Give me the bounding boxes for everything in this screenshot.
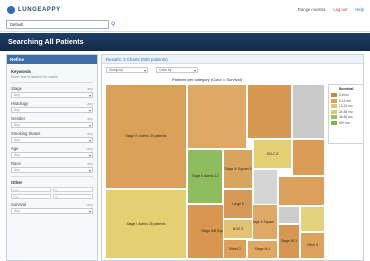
- logo-icon: [7, 6, 15, 14]
- histology-select[interactable]: Any: [11, 107, 93, 113]
- filter-any: any: [87, 86, 93, 91]
- treemap-tile[interactable]: Mixed 2: [223, 239, 247, 259]
- filter-label: Age: [11, 146, 19, 151]
- filter-label: Survival: [11, 202, 26, 207]
- refine-sidebar: Refine Keywords Enter text to search for…: [6, 54, 98, 261]
- results-heading: Results: 3 Charts (600 patients): [102, 55, 363, 64]
- legend-label: 60+ mo: [339, 120, 350, 125]
- smoking-select[interactable]: Any: [11, 137, 93, 143]
- page-title: Searching All Patients: [8, 37, 84, 46]
- title-bar: Searching All Patients: [0, 33, 370, 51]
- legend-label: 0-6 mo: [339, 93, 349, 97]
- search-icon[interactable]: ⚲: [111, 21, 115, 28]
- filter-stage: Stage any: [11, 86, 93, 91]
- treemap-tile[interactable]: [278, 206, 300, 224]
- legend-label: 6-12 mo: [339, 98, 351, 103]
- filter-histology: Histology any: [11, 101, 93, 106]
- treemap-tile[interactable]: [292, 84, 325, 139]
- filter-smoking: Smoking Status any: [11, 131, 93, 136]
- gender-select[interactable]: Any: [11, 122, 93, 128]
- range-from-input[interactable]: from: [11, 187, 51, 192]
- logo-text: LUNGEAPPY: [18, 7, 61, 13]
- range-to-input[interactable]: to: [53, 187, 93, 192]
- survival-select[interactable]: Any: [11, 208, 93, 214]
- filter-any: any: [87, 116, 93, 121]
- legend-swatch: [331, 93, 337, 97]
- treemap-tile[interactable]: [278, 176, 325, 206]
- user-name: Range nuestra: [297, 7, 326, 12]
- filter-any: any: [87, 202, 93, 207]
- legend-swatch: [331, 109, 337, 114]
- treemap-tile[interactable]: Stage I Adeno 26 patients: [105, 189, 187, 259]
- logout-link[interactable]: Log out: [333, 7, 347, 12]
- treemap-tile[interactable]: [300, 206, 325, 232]
- range-row: from to: [11, 194, 93, 199]
- treemap-tile[interactable]: Large 6: [223, 189, 253, 219]
- sidebar-heading: Refine: [7, 55, 97, 64]
- search-input[interactable]: [6, 20, 109, 29]
- treemap-tile[interactable]: [292, 139, 325, 176]
- range-to-input[interactable]: to: [53, 194, 93, 199]
- help-link[interactable]: Help: [355, 7, 364, 12]
- divider: [11, 176, 93, 177]
- treemap-tile[interactable]: Stage IB 3: [278, 224, 300, 259]
- range-from-input[interactable]: from: [11, 194, 51, 199]
- legend-swatch: [331, 104, 337, 108]
- treemap-tile[interactable]: Other 5: [300, 232, 325, 259]
- filter-any: any: [87, 101, 93, 106]
- filter-label: Smoking Status: [11, 131, 41, 136]
- chart-controls: Group by Color by: [106, 67, 198, 73]
- filter-gender: Gender any: [11, 116, 93, 121]
- chart-title: Patients per category (Color = Survival): [172, 77, 242, 82]
- filter-any: any: [87, 131, 93, 136]
- filter-race: Race any: [11, 161, 93, 166]
- search-bar: ⚲: [6, 20, 115, 29]
- filter-any: any: [87, 161, 93, 166]
- treemap-tile[interactable]: Stage IV Adeno 34 patients: [105, 84, 187, 189]
- legend-item: 6-12 mo: [331, 98, 361, 103]
- other-label: Other: [11, 180, 23, 185]
- user-links: Range nuestra Log out Help: [298, 7, 364, 12]
- range-row: from to: [11, 187, 93, 192]
- filter-label: Stage: [11, 86, 22, 91]
- race-select[interactable]: Any: [11, 167, 93, 173]
- treemap-tile[interactable]: [187, 84, 247, 149]
- treemap-tile[interactable]: SCLC 8: [253, 139, 292, 169]
- legend-item: 36-60 mo: [331, 115, 361, 119]
- filter-label: Race: [11, 161, 21, 166]
- legend-label: 12-24 mo: [339, 104, 353, 108]
- filter-age: Age any: [11, 146, 93, 151]
- legend-swatch: [331, 98, 337, 103]
- filter-label: Gender: [11, 116, 25, 121]
- legend-label: 24-36 mo: [339, 109, 353, 114]
- legend-item: 0-6 mo: [331, 93, 361, 97]
- legend-swatch: [331, 115, 337, 119]
- keywords-label: Keywords: [11, 69, 32, 74]
- legend-item: 60+ mo: [331, 120, 361, 125]
- app-logo[interactable]: LUNGEAPPY: [7, 6, 61, 14]
- legend-swatch: [331, 120, 337, 125]
- treemap-tile[interactable]: Stage II Adeno 12: [187, 149, 223, 204]
- group-by-select[interactable]: Group by: [106, 67, 148, 73]
- treemap-tile[interactable]: [247, 84, 292, 139]
- top-bar: LUNGEAPPY Range nuestra Log out Help ⚲: [0, 0, 370, 32]
- filter-survival: Survival any: [11, 202, 93, 207]
- treemap-chart: Stage IV Adeno 34 patients Stage I Adeno …: [105, 84, 325, 259]
- keywords-hint[interactable]: Enter text to search for cases: [11, 75, 93, 79]
- divider: [11, 82, 93, 83]
- treemap-tile[interactable]: NOS 3: [223, 219, 253, 239]
- filter-any: any: [87, 146, 93, 151]
- stage-select[interactable]: Any: [11, 92, 93, 98]
- color-by-select[interactable]: Color by: [156, 67, 198, 73]
- legend-label: 36-60 mo: [339, 115, 353, 119]
- age-select[interactable]: Any: [11, 152, 93, 158]
- chart-legend: Survival 0-6 mo 6-12 mo 12-24 mo 24-36 mo 36…: [328, 84, 364, 144]
- legend-item: 12-24 mo: [331, 104, 361, 108]
- filter-label: Histology: [11, 101, 29, 106]
- treemap-tile[interactable]: Stage III Squam 9: [223, 149, 253, 189]
- legend-item: 24-36 mo: [331, 109, 361, 114]
- legend-title: Survival: [338, 87, 354, 91]
- treemap-tile[interactable]: Stage IA 4: [247, 240, 278, 259]
